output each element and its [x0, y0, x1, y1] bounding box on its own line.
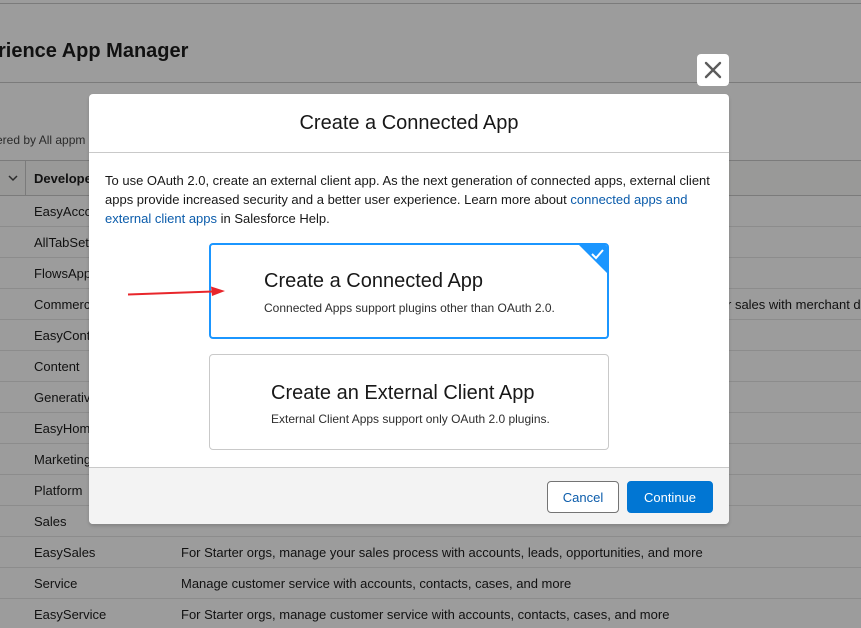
check-icon: [579, 245, 607, 273]
page: rience App Manager ered by All appm Deve…: [0, 0, 861, 628]
option-description: External Client Apps support only OAuth …: [271, 412, 550, 426]
modal-body: To use OAuth 2.0, create an external cli…: [89, 153, 729, 467]
option-connected-app[interactable]: Create a Connected App Connected Apps su…: [209, 243, 609, 339]
close-modal-button[interactable]: [697, 54, 729, 86]
option-title: Create an External Client App: [271, 382, 535, 404]
option-external-client-app[interactable]: Create an External Client App External C…: [209, 354, 609, 450]
modal-footer: Cancel Continue: [89, 467, 729, 524]
cancel-button[interactable]: Cancel: [547, 481, 619, 513]
modal-description: To use OAuth 2.0, create an external cli…: [105, 171, 710, 228]
red-arrow-annotation: [127, 286, 225, 296]
option-title: Create a Connected App: [264, 270, 484, 292]
option-description: Connected Apps support plugins other tha…: [264, 301, 555, 315]
close-icon: [704, 61, 722, 79]
modal-title: Create a Connected App: [89, 94, 729, 153]
description-text-end: in Salesforce Help.: [217, 211, 330, 226]
create-connected-app-modal: Create a Connected App To use OAuth 2.0,…: [89, 94, 729, 524]
continue-button[interactable]: Continue: [627, 481, 713, 513]
